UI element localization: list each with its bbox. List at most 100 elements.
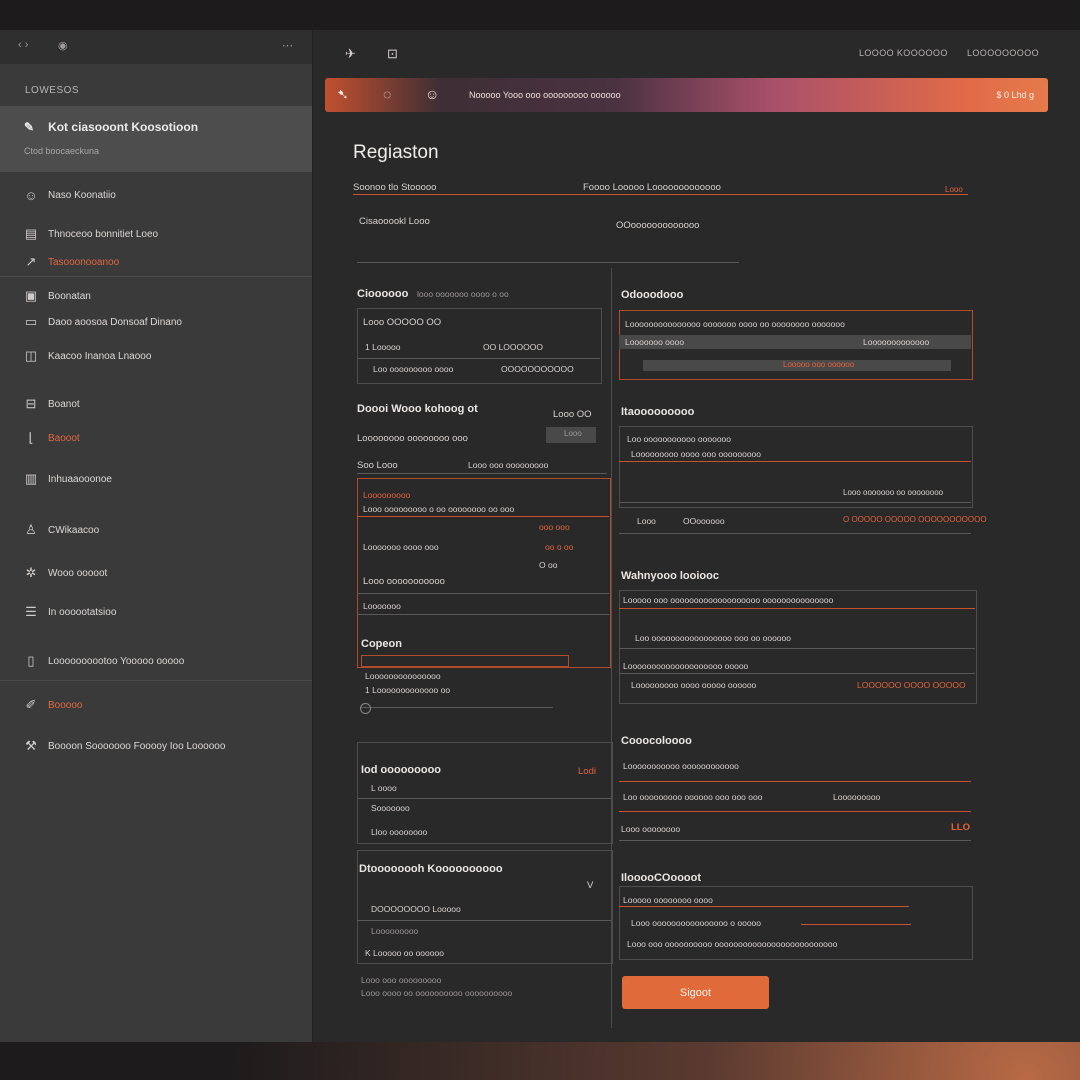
sidebar-item-14[interactable]: ⚒ Boooon Sooooooo Fooooy Ioo Loooooo [22,735,225,757]
left-sec4-title: Copeon [361,638,402,650]
toolbar-right-text-2[interactable]: LOOOOOOOOO [967,48,1039,58]
puzzle-icon: ✲ [25,565,37,580]
right-sec4-accent[interactable]: Looooooooo [833,792,880,802]
record-icon[interactable]: ◉ [58,39,68,52]
sidebar-item-active[interactable]: ✎ Kot ciasooont Koosotioon Ctod boocaecku… [0,106,312,172]
back-icon[interactable]: ‹ › [18,39,28,51]
document-icon: ▤ [24,226,38,241]
banner-right-value[interactable]: $ 0 Lhd g [996,90,1034,100]
sidebar-item-5[interactable]: ◫ Kaacoo Inanoa Lnaooo [22,345,152,367]
sidebar-item-13[interactable]: ✐ Booooo [22,694,83,716]
sidebar-item-9[interactable]: ♙ CWikaacoo [22,519,99,541]
sidebar-item-4[interactable]: ▭ Daoo aoosoa Donsoaf Dinano [22,311,182,333]
right-sec5-row1: Looo oooooooooooooooo o ooooo [631,918,761,928]
left-sec4-line0: Looooooooooooooo [365,671,441,681]
right-sec5-row0: Looooo oooooooo oooo [623,895,713,905]
banner-message: Nooooo Yooo ooo ooooooooo oooooo [469,90,621,100]
pin-icon[interactable]: ✈ [345,46,356,62]
page-icon: ▯ [27,653,35,668]
sidebar-item-10[interactable]: ✲ Wooo ooooot [22,562,108,584]
left-sec2-button[interactable]: Looo [546,427,596,443]
submit-button[interactable]: Sigoot [622,976,769,1009]
right-sec4-title: Cooocoloooo [621,735,692,747]
left-sec4-line1: 1 Looooooooooooo oo [365,685,451,695]
sidebar-active-subtitle: Ctod boocaeckuna [24,146,100,156]
header-middle: Foooo Looooo Looooooooooooo [583,182,721,193]
right-sec4-row1: Loo ooooooooo oooooo ooo ooo ooo [623,792,763,802]
left-sec1-title: Cioooooo [357,288,409,300]
sidebar-section-label: LOWESOS [25,85,80,96]
right-sec1-row3: Looooooooooooo [863,337,930,347]
window-toggle-icon[interactable]: ⊡ [387,46,398,62]
left-sec2-sub: Loooooooo oooooooo ooo [357,433,468,444]
left-sec5-title: Iod ooooooooo [361,764,442,776]
left-sec4-slider[interactable] [361,707,553,708]
right-sec2-row1: Looooooooo oooo ooo ooooooooo [631,449,761,459]
right-sec3-title: Wahnyooo looiooc [621,570,719,582]
field-left-label: Cisaooookl Looo [359,216,430,227]
sidebar-item-3[interactable]: ▣ Boonatan [22,285,91,307]
notification-banner[interactable]: ➷ ◌ ☺ Nooooo Yooo ooo ooooooooo oooooo $… [325,78,1048,112]
header-underline [353,194,968,195]
right-sec5-row2: Looo ooo oooooooooo oooooooooooooooooooo… [627,939,838,949]
right-sec1-row1: Looooooo oooo [625,337,685,347]
left-sec2-title: Doooi Wooo kohoog ot [357,403,478,415]
right-sec2-footL: Looo [637,516,656,526]
file-icon: ▥ [24,471,38,486]
left-sec3-val1: oo o oo [545,542,574,552]
field-underline [357,262,739,263]
right-sec2-footR: O OOOOO OOOOO OOOOOOOOOOO [843,515,987,524]
pen-icon: ✐ [25,697,37,712]
sidebar: ‹ › ◉ ⋯ LOWESOS ✎ Kot ciasooont Koosotioo… [0,30,312,1042]
sidebar-item-7[interactable]: ⌊ Baooot [22,427,79,449]
sidebar-toolbar: ‹ › ◉ ⋯ [0,30,312,64]
left-sec1-row2a: 1 Looooo [365,342,401,352]
left-sec4-input[interactable] [361,655,569,667]
right-sec4-value: LLO [951,822,970,833]
left-sec6-title: Dtoooooooh Koooooooooo [359,863,503,875]
left-sec6-row1: Looooooooo [371,926,419,936]
window-icon: ◫ [24,348,38,363]
left-sec5-row2: Lloo oooooooo [371,827,428,837]
image-icon: ▣ [24,288,38,303]
sidebar-item-0[interactable]: ☺ Naso Koonatiio [22,184,115,206]
right-sec3-accent[interactable]: LOOOOOO OOOO OOOOO [857,680,966,690]
user-icon: ☺ [24,187,38,203]
sidebar-item-6[interactable]: ⊟ Boanot [22,393,80,415]
sidebar-item-1[interactable]: ▤ Thnoceoo bonnitiet Loeo [22,223,158,245]
bird-icon: ➷ [337,86,349,102]
left-sec3-line4: Looooooo [363,601,401,611]
left-sec6-foot1: Looo oooo oo oooooooooo oooooooooo [361,988,513,998]
grid-icon: ⊟ [25,396,37,411]
right-sec1-title: Odooodooo [621,289,684,301]
left-sec6-right: V [587,880,594,891]
left-sec1-row3a: Loo ooooooooo oooo [373,364,454,374]
right-sec3-row1: Loo ooooooooooooooooo ooo oo oooooo [635,633,791,643]
sidebar-active-title: ✎ Kot ciasooont Koosotioon [24,120,199,134]
left-sec2-input[interactable]: Soo Looo [357,460,398,471]
sidebar-item-8[interactable]: ▥ Inhuaaooonoe [22,468,112,490]
field-right-label: OOooooooooooooo [616,220,700,231]
toolbar-right-text-1[interactable]: LOOOO KOOOOOO [859,48,948,58]
left-sec2-input-right[interactable]: Looo ooo ooooooooo [468,460,548,470]
sidebar-item-11[interactable]: ☰ In oooootatsioo [22,601,116,623]
header-right[interactable]: Looo [945,185,963,194]
left-sec5-right[interactable]: Lodi [578,766,596,777]
right-sec3-row2: Loooooooooooooooooooo ooooo [623,661,749,671]
right-sec3-row0: Looooo ooo ooooooooooooooooooo ooooooooo… [623,595,834,605]
right-sec2-row0: Loo ooooooooooo ooooooo [627,434,731,444]
left-sec6-row2: K Looooo oo oooooo [365,948,444,958]
right-sec5-title: IlooooCOoooot [621,872,702,884]
header-left: Soonoo tlo Stooooo [353,182,437,193]
sidebar-item-12[interactable]: ▯ Loooooooootoo Yooooo ooooo [22,650,184,672]
more-icon[interactable]: ⋯ [282,39,293,52]
left-sec1-row2b: OO LOOOOOO [483,342,543,352]
left-sec4-slider-handle[interactable] [360,703,371,714]
list-icon: ☰ [25,604,37,619]
left-sec6-foot0: Looo ooo ooooooooo [361,975,442,985]
sidebar-item-2[interactable]: ↗ Tasooonooanoo [22,251,120,273]
left-sec3-val0: ooo ooo [539,522,570,532]
left-sec3-line3: Looo ooooooooooo [363,576,445,587]
folder-icon: ▭ [24,314,38,329]
link-icon: ↗ [25,254,37,269]
